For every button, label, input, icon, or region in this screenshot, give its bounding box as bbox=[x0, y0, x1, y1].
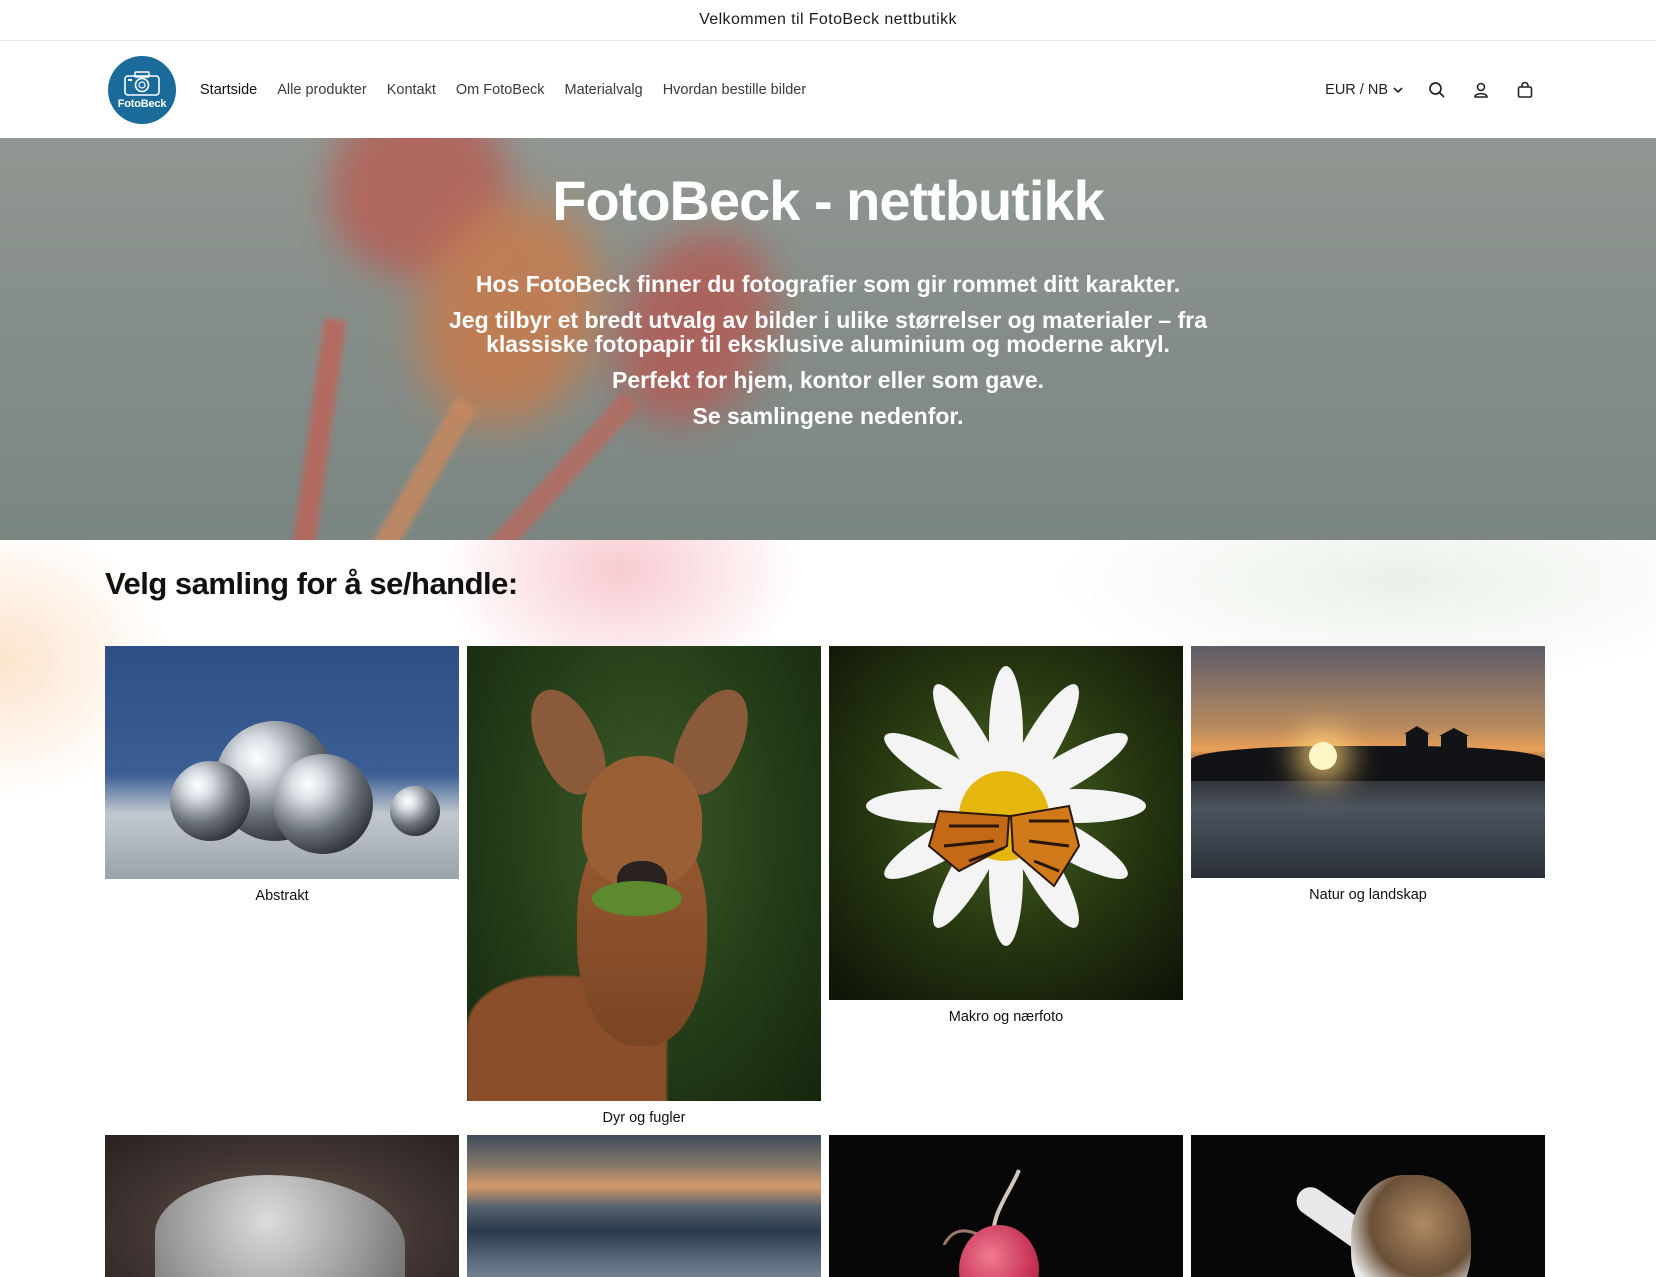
collection-card-row2-4[interactable] bbox=[1191, 1135, 1545, 1277]
hero-title: FotoBeck - nettbutikk bbox=[552, 169, 1104, 232]
collection-card-row2-2[interactable] bbox=[467, 1135, 821, 1277]
collection-label[interactable]: Abstrakt bbox=[105, 888, 459, 904]
collection-image[interactable] bbox=[105, 646, 459, 879]
hero-text: Hos FotoBeck finner du fotografier som g… bbox=[0, 272, 1656, 440]
main-nav: Startside Alle produkter Kontakt Om Foto… bbox=[200, 82, 806, 98]
collection-card-natur[interactable]: Natur og landskap bbox=[1191, 646, 1545, 903]
announcement-text: Velkommen til FotoBeck nettbutikk bbox=[699, 11, 957, 28]
collection-image[interactable] bbox=[829, 1135, 1183, 1277]
account-icon[interactable] bbox=[1470, 79, 1492, 101]
collections-title: Velg samling for å se/handle: bbox=[105, 566, 518, 601]
collection-image[interactable] bbox=[105, 1135, 459, 1277]
nav-materialvalg[interactable]: Materialvalg bbox=[565, 82, 643, 98]
collection-card-row2-3[interactable] bbox=[829, 1135, 1183, 1277]
nav-startside[interactable]: Startside bbox=[200, 82, 257, 98]
collection-card-makro[interactable]: Makro og nærfoto bbox=[829, 646, 1183, 1025]
search-icon[interactable] bbox=[1426, 79, 1448, 101]
announcement-bar: Velkommen til FotoBeck nettbutikk bbox=[0, 0, 1656, 41]
logo-text: FotoBeck bbox=[117, 97, 167, 110]
hero-line-3: Perfekt for hjem, kontor eller som gave. bbox=[611, 367, 1045, 393]
nav-om-fotobeck[interactable]: Om FotoBeck bbox=[456, 82, 545, 98]
collection-label[interactable]: Makro og nærfoto bbox=[829, 1009, 1183, 1025]
collection-label[interactable]: Dyr og fugler bbox=[467, 1110, 821, 1126]
collection-image[interactable] bbox=[467, 1135, 821, 1277]
nav-hvordan-bestille[interactable]: Hvordan bestille bilder bbox=[663, 82, 806, 98]
collection-card-dyr-og-fugler[interactable]: Dyr og fugler bbox=[467, 646, 821, 1126]
camera-icon bbox=[124, 70, 160, 96]
collection-image[interactable] bbox=[467, 646, 821, 1101]
collection-image[interactable] bbox=[1191, 1135, 1545, 1277]
chevron-down-icon bbox=[1393, 86, 1403, 93]
collections-section: Velg samling for å se/handle: Abstrakt D… bbox=[0, 540, 1656, 1277]
cart-icon[interactable] bbox=[1514, 79, 1536, 101]
collection-label[interactable]: Natur og landskap bbox=[1191, 887, 1545, 903]
collection-image[interactable] bbox=[829, 646, 1183, 1000]
header-actions: EUR / NB bbox=[1325, 79, 1536, 101]
collection-card-abstrakt[interactable]: Abstrakt bbox=[105, 646, 459, 904]
nav-kontakt[interactable]: Kontakt bbox=[387, 82, 436, 98]
locale-label: EUR / NB bbox=[1325, 81, 1388, 98]
locale-selector[interactable]: EUR / NB bbox=[1325, 82, 1404, 98]
hero-banner: FotoBeck - nettbutikk Hos FotoBeck finne… bbox=[0, 138, 1656, 540]
nav-alle-produkter[interactable]: Alle produkter bbox=[277, 82, 366, 98]
collection-image[interactable] bbox=[1191, 646, 1545, 878]
collection-card-row2-1[interactable] bbox=[105, 1135, 459, 1277]
site-header: FotoBeck Startside Alle produkter Kontak… bbox=[0, 41, 1656, 138]
logo[interactable]: FotoBeck bbox=[108, 55, 176, 124]
hero-line-1: Hos FotoBeck finner du fotografier som g… bbox=[475, 271, 1181, 297]
hero-line-4: Se samlingene nedenfor. bbox=[692, 403, 964, 429]
hero-line-2: Jeg tilbyr et bredt utvalg av bilder i u… bbox=[449, 307, 1207, 357]
